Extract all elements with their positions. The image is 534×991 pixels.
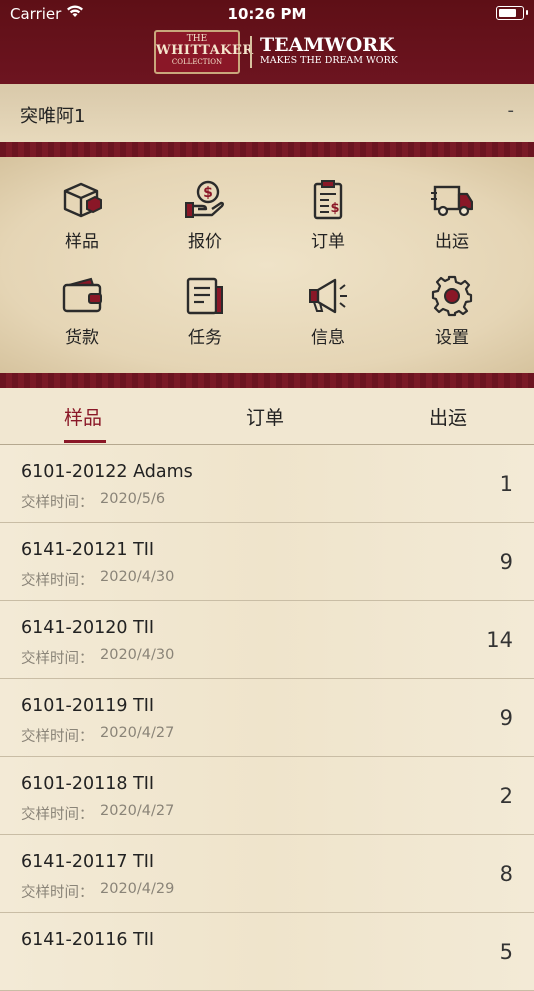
menu-label-orders: 订单	[311, 232, 345, 252]
item-count: 9	[499, 550, 513, 574]
menu-item-messages[interactable]: 信息	[278, 275, 378, 365]
tagline-sub: MAKES THE DREAM WORK	[260, 55, 398, 66]
decorative-band-top	[0, 142, 534, 157]
menu-label-shipping: 出运	[435, 232, 469, 252]
document-icon	[186, 277, 223, 315]
megaphone-icon	[309, 278, 347, 314]
item-date-label: 交样时间：	[21, 495, 94, 511]
menu-label-payment: 货款	[65, 328, 99, 348]
item-date-label: 交样时间：	[21, 729, 94, 745]
menu-label-quote: 报价	[188, 232, 222, 252]
list-item[interactable]: 6141-20117 TII 交样时间： 2020/4/29 8	[0, 835, 534, 913]
item-date: 2020/4/27	[100, 803, 175, 819]
menu-item-shipping[interactable]: 出运	[402, 179, 502, 269]
whittaker-logo: THE WHITTAKER COLLECTION	[154, 30, 254, 74]
gear-icon	[431, 275, 473, 317]
menu-item-samples[interactable]: 样品	[32, 179, 132, 269]
decorative-band-bottom	[0, 373, 534, 388]
project-selector[interactable]: 突唯阿1 -	[0, 84, 534, 143]
project-dash: -	[507, 100, 515, 121]
menu-label-samples: 样品	[65, 232, 99, 252]
list-item[interactable]: 6101-20118 TII 交样时间： 2020/4/27 2	[0, 757, 534, 835]
active-tab-indicator	[64, 440, 106, 443]
item-date-label: 交样时间：	[21, 807, 94, 823]
project-name: 突唯阿1	[20, 106, 86, 127]
battery-icon	[496, 6, 524, 20]
item-title: 6101-20118 TII	[21, 774, 155, 794]
list-item[interactable]: 6141-20116 TII 5	[0, 913, 534, 991]
menu-item-quote[interactable]: $ 报价	[155, 179, 255, 269]
tab-bar: 样品 订单 出运	[0, 388, 534, 445]
clock: 10:26 PM	[227, 5, 307, 23]
item-date: 2020/5/6	[100, 491, 166, 507]
menu-label-messages: 信息	[311, 328, 345, 348]
list-item[interactable]: 6141-20120 TII 交样时间： 2020/4/30 14	[0, 601, 534, 679]
battery-tip	[526, 10, 528, 15]
item-count: 9	[499, 706, 513, 730]
tab-shipping[interactable]: 出运	[429, 403, 467, 430]
list-item[interactable]: 6141-20121 TII 交样时间： 2020/4/30 9	[0, 523, 534, 601]
item-date: 2020/4/29	[100, 881, 175, 897]
menu-label-settings: 设置	[435, 328, 469, 348]
list-item[interactable]: 6101-20119 TII 交样时间： 2020/4/27 9	[0, 679, 534, 757]
wallet-icon	[62, 277, 102, 313]
item-date: 2020/4/30	[100, 647, 175, 663]
item-date: 2020/4/27	[100, 725, 175, 741]
menu-item-settings[interactable]: 设置	[402, 275, 502, 365]
item-date-label: 交样时间：	[21, 651, 94, 667]
item-title: 6141-20116 TII	[21, 930, 155, 950]
item-date-label: 交样时间：	[21, 885, 94, 901]
item-count: 8	[499, 862, 513, 886]
item-title: 6141-20121 TII	[21, 540, 155, 560]
item-date: 2020/4/30	[100, 569, 175, 585]
clipboard-dollar-icon: $	[313, 180, 343, 220]
item-count: 5	[499, 940, 513, 964]
menu-item-payment[interactable]: 货款	[32, 275, 132, 365]
item-count: 1	[499, 472, 513, 496]
tagline-title: TEAMWORK	[260, 34, 395, 56]
logo-divider	[250, 36, 252, 68]
menu-label-tasks: 任务	[188, 328, 222, 348]
box-icon	[63, 182, 102, 218]
teamwork-logo: TEAMWORK MAKES THE DREAM WORK	[260, 35, 398, 67]
logo-line3: COLLECTION	[171, 58, 223, 66]
app-header: Carrier 10:26 PM THE WHITTAKER COLLECTIO…	[0, 0, 534, 84]
menu-item-tasks[interactable]: 任务	[155, 275, 255, 365]
svg-text:$: $	[203, 185, 213, 201]
item-title: 6141-20117 TII	[21, 852, 155, 872]
list-item[interactable]: 6101-20122 Adams 交样时间： 2020/5/6 1	[0, 445, 534, 523]
item-title: 6101-20122 Adams	[21, 462, 193, 482]
item-count: 14	[486, 628, 513, 652]
item-count: 2	[499, 784, 513, 808]
tab-orders[interactable]: 订单	[246, 403, 284, 430]
menu-item-orders[interactable]: $ 订单	[278, 179, 378, 269]
sample-list: 6101-20122 Adams 交样时间： 2020/5/6 1 6141-2…	[0, 445, 534, 991]
feature-menu: 样品 $ 报价 $ 订单 出运 货款 任务 信息 设置	[0, 157, 534, 373]
dollar-hand-icon: $	[185, 180, 224, 218]
tab-samples[interactable]: 样品	[64, 403, 102, 430]
truck-icon	[431, 185, 473, 217]
status-bar: Carrier 10:26 PM	[0, 0, 534, 28]
svg-text:$: $	[330, 201, 339, 216]
logo-line2: WHITTAKER	[156, 43, 254, 58]
item-title: 6141-20120 TII	[21, 618, 155, 638]
item-date-label: 交样时间：	[21, 573, 94, 589]
item-title: 6101-20119 TII	[21, 696, 155, 716]
